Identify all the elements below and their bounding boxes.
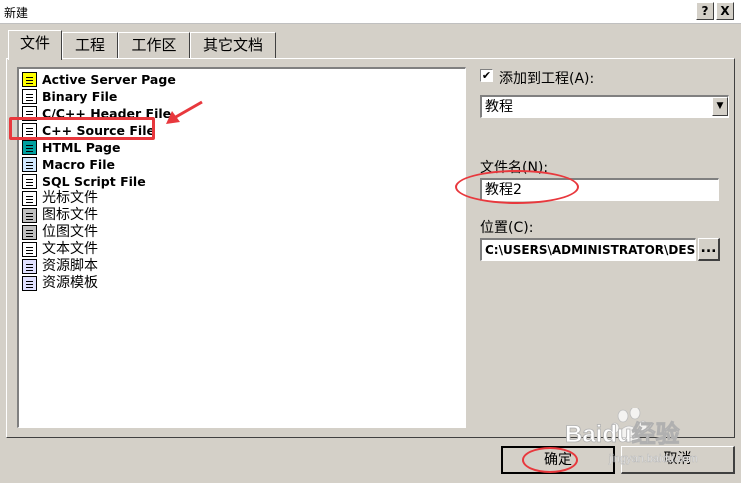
tab-projects[interactable]: 工程 (62, 32, 118, 58)
add-to-project-label: 添加到工程(A): (499, 71, 595, 87)
icon-file-icon (22, 208, 37, 223)
asp-file-icon (22, 72, 37, 87)
location-label: 位置(C): (480, 220, 534, 236)
annotation-item-highlight (9, 117, 155, 140)
location-input[interactable]: C:\USERS\ADMINISTRATOR\DES (480, 238, 696, 261)
close-button[interactable]: X (716, 2, 734, 20)
bitmap-file-icon (22, 225, 37, 240)
text-file-icon (22, 242, 37, 257)
browse-button[interactable]: ... (698, 238, 720, 261)
html-page-icon (22, 140, 37, 155)
annotation-filename-oval (455, 170, 579, 204)
project-combo[interactable]: 教程 ▼ (480, 95, 729, 118)
watermark-text: Baidu经验 (565, 420, 680, 448)
cursor-file-icon (22, 191, 37, 206)
resource-script-icon (22, 259, 37, 274)
window-title: 新建 (4, 6, 29, 20)
title-bar: 新建 ? X (0, 0, 741, 24)
resource-template-icon (22, 276, 37, 291)
watermark-subtext: jingyan.baidu.com (608, 453, 698, 465)
tab-workspaces[interactable]: 工作区 (118, 32, 190, 58)
baidu-watermark-logo: Baidu经验 jingyan.baidu.com (565, 408, 698, 465)
tab-files[interactable]: 文件 (8, 30, 62, 60)
binary-file-icon (22, 89, 37, 104)
macro-file-icon (22, 157, 37, 172)
sql-script-file-icon (22, 174, 37, 189)
tab-other-documents[interactable]: 其它文档 (190, 32, 276, 58)
help-button[interactable]: ? (696, 2, 714, 20)
add-to-project-checkbox[interactable]: ✔ (480, 69, 493, 82)
project-combo-value: 教程 (485, 99, 513, 115)
chevron-down-icon[interactable]: ▼ (712, 97, 728, 116)
annotation-arrow-icon (166, 100, 203, 124)
